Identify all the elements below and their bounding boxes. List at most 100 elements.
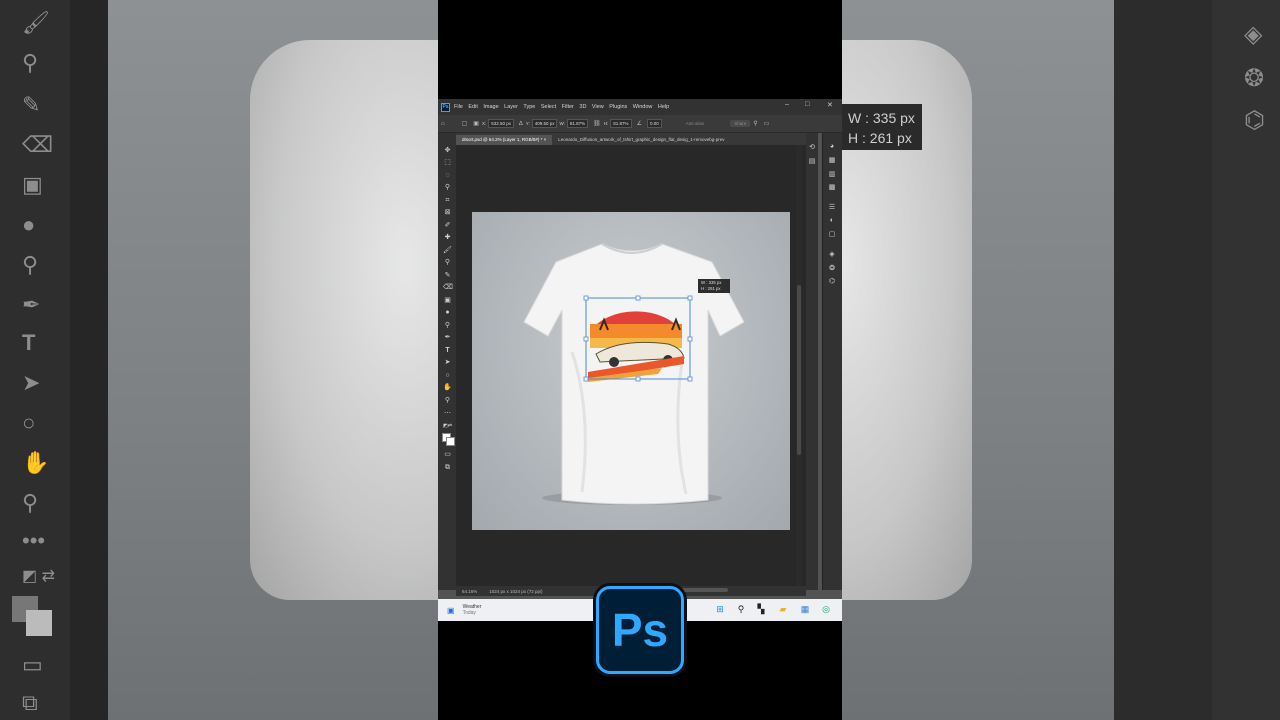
background-left-blur: 🖌 ⚲ ✎ ⌫ ▣ ● ⚲ ✒ T ➤ ○ ✋ ⚲ ••• ◩ ⇄ ▭ ⧉ — [0, 0, 438, 720]
healing-tool-icon[interactable]: ✚ — [443, 233, 452, 242]
dodge-tool-icon[interactable]: ⚲ — [443, 321, 452, 330]
menu-3d[interactable]: 3D — [579, 104, 586, 110]
lasso-tool-icon[interactable]: ◌ — [443, 171, 452, 180]
quick-mask-icon[interactable]: ▭ — [443, 450, 452, 459]
dodge-icon: ⚲ — [22, 252, 39, 277]
eyedropper-tool-icon[interactable]: ✐ — [443, 221, 452, 230]
scroll-thumb[interactable] — [797, 285, 801, 455]
file-explorer-icon[interactable]: ▰ — [778, 604, 788, 614]
menu-layer[interactable]: Layer — [504, 104, 518, 110]
hand-tool-icon[interactable]: ✋ — [443, 383, 452, 392]
patterns-panel-icon[interactable]: ▩ — [827, 183, 837, 191]
marquee-tool-icon[interactable]: ⬚ — [443, 158, 452, 167]
y-field[interactable]: 409.50 px — [531, 119, 558, 128]
y-label: Y: — [525, 121, 530, 126]
brush-icon: 🖌 — [22, 10, 50, 35]
menu-plugins[interactable]: Plugins — [609, 104, 627, 110]
layers-panel-icon[interactable]: ◈ — [827, 250, 837, 258]
link-icon[interactable]: ⛓ — [593, 120, 601, 127]
store-icon[interactable]: ▦ — [800, 604, 810, 614]
libraries-panel-icon[interactable]: ▢ — [827, 230, 837, 238]
zoom-level[interactable]: 64.16% — [462, 589, 477, 594]
brush-tool-icon[interactable]: 🖌 — [443, 246, 452, 255]
menu-help[interactable]: Help — [658, 104, 669, 110]
gradient-icon: ▣ — [22, 172, 43, 197]
color-panel-icon[interactable]: ◕ — [827, 143, 837, 150]
paths-icon: ⌬ — [1244, 107, 1265, 134]
properties-panel-icon[interactable]: ☰ — [827, 203, 837, 211]
search-icon[interactable]: ⚲ — [753, 120, 757, 127]
path-select-icon: ➤ — [22, 370, 41, 395]
close-window-button[interactable]: ✕ — [827, 101, 833, 109]
paths-panel-icon[interactable]: ⌬ — [827, 277, 837, 285]
home-icon[interactable]: ⌂ — [441, 121, 445, 127]
gradient-tool-icon[interactable]: ▣ — [443, 296, 452, 305]
tab-dtsort[interactable]: dtsort.psd @ 64.2% (Layer 1, RGB/8#) * × — [456, 135, 553, 145]
shape-tool-icon[interactable]: ○ — [443, 371, 452, 380]
swap-colors-icon[interactable]: ◩⇄ — [443, 422, 452, 431]
maximize-button[interactable]: □ — [805, 101, 809, 108]
taskbar-search-icon[interactable]: ⚲ — [736, 604, 746, 614]
antialias-label: Anti-alias — [685, 121, 705, 126]
menu-window[interactable]: Window — [633, 104, 653, 110]
edge-icon[interactable]: ◎ — [821, 604, 831, 614]
tab-label: Leonardo_Diffusion_artwork_of_tshirt_gra… — [558, 137, 725, 142]
background-swatch[interactable] — [446, 437, 455, 446]
tab-leonardo[interactable]: Leonardo_Diffusion_artwork_of_tshirt_gra… — [552, 135, 730, 145]
weather-icon[interactable]: ▣ — [447, 606, 455, 615]
sun-band — [590, 324, 682, 338]
screen-mode-icon: ⧉ — [22, 690, 38, 715]
windows-start-icon[interactable]: ⊞ — [715, 604, 725, 614]
frame-tool-icon[interactable]: ⊠ — [443, 208, 452, 217]
eraser-icon: ⌫ — [22, 132, 54, 157]
w-field[interactable]: 81.87% — [566, 119, 589, 128]
angle-icon: ∠ — [636, 121, 642, 127]
menu-select[interactable]: Select — [541, 104, 556, 110]
gradients-panel-icon[interactable]: ▥ — [827, 170, 837, 178]
pen-tool-icon[interactable]: ✒ — [443, 333, 452, 342]
bg-tshirt — [250, 40, 438, 600]
tab-label: dtsort.psd @ 64.2% (Layer 1, RGB/8#) * — [462, 137, 543, 142]
quick-select-tool-icon[interactable]: ⚲ — [443, 183, 452, 192]
screen-mode-icon[interactable]: ⧉ — [443, 463, 452, 472]
comments-panel-icon[interactable]: ▤ — [807, 157, 817, 165]
stamp-tool-icon[interactable]: ⚲ — [443, 258, 452, 267]
menu-file[interactable]: File — [454, 104, 463, 110]
task-view-icon[interactable]: ▚ — [756, 604, 766, 614]
x-field[interactable]: 532.50 px — [488, 119, 515, 128]
size-tooltip: W : 335 px H : 261 px — [698, 279, 730, 293]
history-panel-icon[interactable]: ⟲ — [807, 143, 817, 151]
move-tool-icon[interactable]: ✥ — [443, 146, 452, 155]
zoom-tool-icon[interactable]: ⚲ — [443, 396, 452, 405]
type-tool-icon[interactable]: T — [443, 346, 452, 355]
weather-widget[interactable]: Weather Today — [463, 604, 482, 616]
h-field[interactable]: 81.87% — [610, 119, 632, 128]
share-button[interactable]: Share — [730, 120, 751, 127]
document-canvas[interactable]: W : 335 px H : 261 px — [472, 212, 790, 530]
menu-view[interactable]: View — [592, 104, 604, 110]
blur-tool-icon[interactable]: ● — [443, 308, 452, 317]
angle-field[interactable]: 0.00 — [646, 119, 662, 128]
more-tools-icon[interactable]: ⋯ — [443, 409, 452, 418]
hand-icon: ✋ — [22, 450, 50, 475]
adjustments-panel-icon[interactable]: ◐ — [827, 217, 837, 224]
menu-image[interactable]: Image — [483, 104, 498, 110]
tab-close-icon[interactable]: × — [544, 137, 547, 142]
vertical-scrollbar[interactable] — [796, 145, 802, 590]
menu-filter[interactable]: Filter — [562, 104, 574, 110]
menu-type[interactable]: Type — [523, 104, 535, 110]
eraser-tool-icon[interactable]: ⌫ — [443, 283, 453, 292]
crop-tool-icon[interactable]: ⌗ — [443, 196, 452, 205]
photoshop-window: Ps File Edit Image Layer Type Select Fil… — [438, 99, 842, 621]
path-select-tool-icon[interactable]: ➤ — [443, 358, 452, 367]
history-brush-tool-icon[interactable]: ✎ — [443, 271, 452, 280]
minimize-button[interactable]: – — [785, 101, 789, 108]
menu-edit[interactable]: Edit — [468, 104, 477, 110]
layers-icon: ◈ — [1244, 21, 1263, 48]
channels-panel-icon[interactable]: ❂ — [827, 264, 837, 272]
workspace-icon[interactable]: ▭ — [764, 120, 770, 127]
transform-options-icon[interactable]: ▢ — [462, 120, 468, 127]
swatches-panel-icon[interactable]: ▦ — [827, 156, 837, 164]
reference-point-icon[interactable]: ▣ — [473, 120, 479, 127]
history-brush-icon: ✎ — [22, 92, 41, 117]
